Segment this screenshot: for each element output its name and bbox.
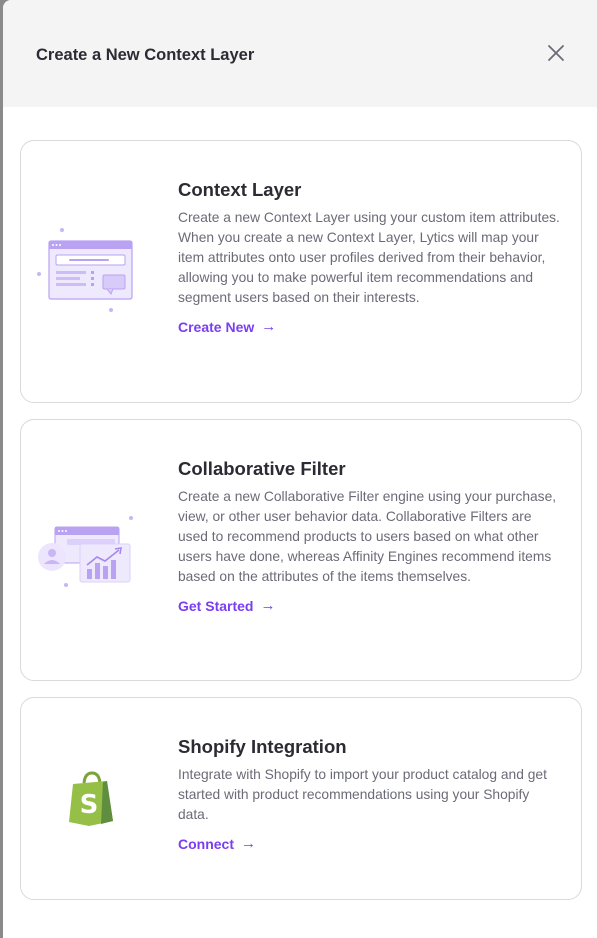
create-new-link[interactable]: Create New → [178,318,276,335]
modal-header: Create a New Context Layer [3,0,597,107]
context-layer-card[interactable]: Context Layer Create a new Context Layer… [20,140,582,403]
link-label: Connect [178,835,234,852]
card-description: Integrate with Shopify to import your pr… [178,767,547,822]
close-icon [548,45,564,61]
get-started-link[interactable]: Get Started → [178,597,275,614]
collaborative-filter-card-body: Collaborative Filter Create a new Collab… [178,458,563,616]
link-label: Create New [178,318,255,335]
shopify-logo: S [67,771,117,832]
shopify-integration-card-body: Shopify Integration Integrate with Shopi… [178,736,563,854]
card-title: Context Layer [178,179,302,200]
card-description: Create a new Context Layer using your cu… [178,210,560,305]
shopify-integration-card[interactable]: S Shopify Integration Integrate with Sho… [20,697,582,900]
create-context-layer-modal: Create a New Context Layer Context Layer… [3,0,597,938]
collaborative-filter-card[interactable]: Collaborative Filter Create a new Collab… [20,419,582,681]
modal-title: Create a New Context Layer [36,46,255,64]
card-title: Collaborative Filter [178,458,346,479]
connect-link[interactable]: Connect → [178,835,256,852]
arrow-right-icon: → [241,835,256,852]
arrow-right-icon: → [260,597,276,614]
close-button[interactable] [541,38,571,68]
context-layer-illustration [35,226,135,321]
svg-text:S: S [80,790,99,820]
card-title: Shopify Integration [178,736,347,757]
card-description: Create a new Collaborative Filter engine… [178,489,557,584]
context-layer-card-body: Context Layer Create a new Context Layer… [178,179,563,337]
arrow-right-icon: → [261,318,277,335]
collaborative-filter-illustration [35,512,135,597]
link-label: Get Started [178,597,254,614]
